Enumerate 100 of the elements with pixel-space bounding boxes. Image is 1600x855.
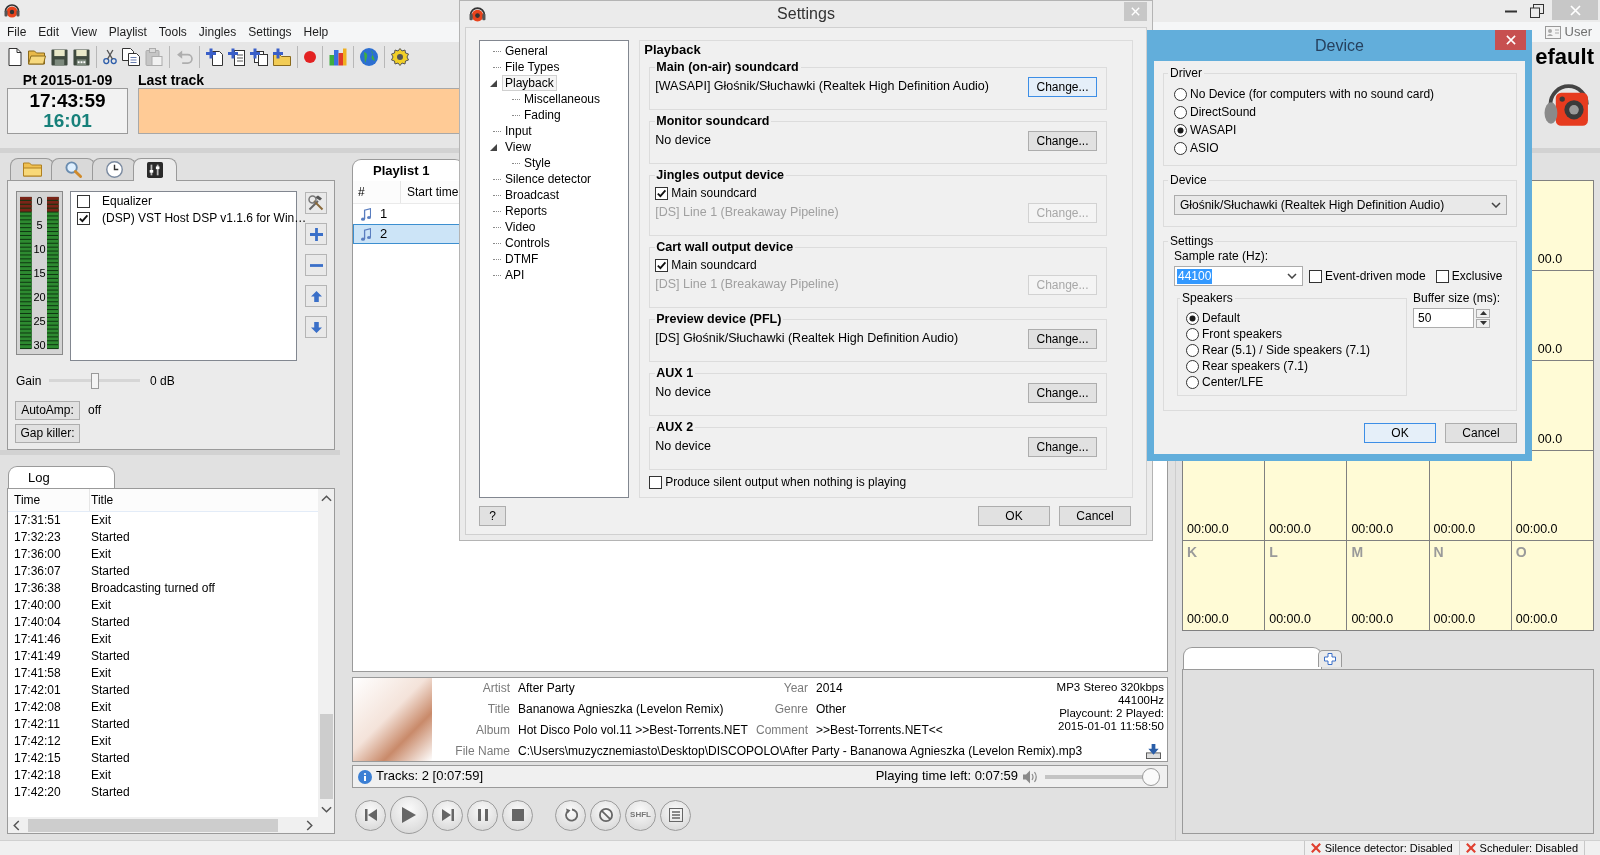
device-name: [WASAPI] Głośnik/Słuchawki (Realtek High Definition Audio) <box>655 79 989 95</box>
log-message: Started <box>90 682 130 699</box>
device-name: No device <box>655 133 711 149</box>
checkbox-label: Produce silent output when nothing is playing <box>665 475 907 490</box>
log-message: Exit <box>90 546 111 563</box>
log-message: Started <box>90 784 130 801</box>
log-time: 17:41:46 <box>13 631 62 648</box>
field-label: Genre <box>773 701 809 718</box>
log-time: 17:32:23 <box>13 529 62 546</box>
format-info: Playcount: 2 Played: <box>1058 707 1164 720</box>
checkbox-label: Main soundcard <box>671 185 757 201</box>
log-message: Exit <box>90 597 111 614</box>
format-info: 2015-01-01 11:58:50 <box>1057 720 1164 733</box>
radio-label: WASAPI <box>1190 122 1237 138</box>
log-time: 17:42:12 <box>13 733 62 750</box>
log-time: 17:36:38 <box>13 580 62 597</box>
slot-time: 00:00.0 <box>1351 612 1394 627</box>
field-label: Sample rate (Hz): <box>1174 249 1269 264</box>
radio-label: No Device (for computers with no sound card) <box>1190 86 1435 102</box>
field-value: >>Best-Torrents.NET<< <box>815 722 944 739</box>
slot-letter: K <box>1187 544 1198 560</box>
track-number: 1 <box>380 205 388 223</box>
group-title: Preview device (PFL) <box>655 312 784 327</box>
checkbox-label: Event-driven mode <box>1325 268 1426 284</box>
log-message: Broadcasting turned off <box>90 580 215 597</box>
file-path: C:\Users\muzycznemiasto\Desktop\DISCOPOLO\After Party - Bananowa Agnieszka (Levelon Remix).mp3 <box>517 743 1083 760</box>
field-label: File Name <box>454 743 511 760</box>
scale-label: 0 <box>36 195 43 207</box>
log-message: Exit <box>90 767 111 784</box>
time-left: Playing time left: 0:07:59 <box>875 768 1018 785</box>
autoamp-value: off <box>88 403 102 418</box>
field-label: Artist <box>481 680 511 697</box>
slot-time: 00.0 <box>1536 252 1563 267</box>
group-title: Speakers <box>1180 291 1235 306</box>
log-message: Exit <box>90 631 111 648</box>
slot-letter: O <box>1515 544 1527 560</box>
field-label: Year <box>782 680 809 697</box>
scale-label: 30 <box>33 339 46 351</box>
date-label: Pt 2015-01-09 <box>21 72 114 88</box>
field-label: Comment <box>755 722 809 739</box>
slot-time: 00.0 <box>1536 342 1563 357</box>
track-number: 2 <box>380 225 388 243</box>
device-name: No device <box>655 439 711 455</box>
log-time: 17:36:07 <box>13 563 62 580</box>
field-value: Other <box>815 701 847 718</box>
log-time: 17:42:01 <box>13 682 62 699</box>
log-time: 17:42:20 <box>13 784 62 801</box>
slot-time: 00:00.0 <box>1269 612 1311 627</box>
log-time: 17:36:00 <box>13 546 62 563</box>
log-time: 17:40:04 <box>13 614 62 631</box>
slot-time: 00.0 <box>1536 432 1563 447</box>
field-value: Bananowa Agnieszka (Levelon Remix) <box>517 701 725 718</box>
log-time: 17:42:15 <box>13 750 62 767</box>
group-title: Cart wall output device <box>655 240 796 255</box>
status-text: Scheduler: Disabled <box>1479 841 1578 855</box>
gain-label: Gain <box>16 373 43 389</box>
radio-label: Default <box>1202 310 1241 326</box>
log-message: Exit <box>90 512 111 529</box>
profile-name: efault <box>1535 44 1595 70</box>
device-name: [DS] Głośnik/Słuchawki (Realtek High Definition Audio) <box>655 331 959 347</box>
scale-label: 15 <box>33 267 46 279</box>
track-count: Tracks: 2 [0:07:59] <box>376 768 484 785</box>
field-label: Title <box>486 701 511 718</box>
page-title: Playback <box>644 42 701 58</box>
device-name: [DS] Line 1 (Breakaway Pipeline) <box>655 277 839 293</box>
field-label: Album <box>475 722 511 739</box>
gain-reading: 0 dB <box>150 373 175 389</box>
slot-time: 00:00.0 <box>1515 612 1558 627</box>
status-text: Silence detector: Disabled <box>1324 841 1453 855</box>
format-info: MP3 Stereo 320kbps <box>1056 681 1164 694</box>
log-time: 17:40:00 <box>13 597 62 614</box>
log-message: Started <box>90 563 130 580</box>
log-message: Started <box>90 529 130 546</box>
scale-label: 20 <box>33 291 46 303</box>
radio-label: Front speakers <box>1202 326 1283 342</box>
slot-time: 00:00.0 <box>1433 612 1476 627</box>
slot-time: 00:00.0 <box>1351 522 1394 537</box>
device-name: [DS] Line 1 (Breakaway Pipeline) <box>655 205 839 221</box>
log-message: Exit <box>90 733 111 750</box>
slot-letter: L <box>1269 544 1278 560</box>
log-time: 17:41:49 <box>13 648 62 665</box>
radio-label: ASIO <box>1190 140 1219 156</box>
slot-time: 00:00.0 <box>1187 612 1229 627</box>
slot-time: 00:00.0 <box>1515 522 1558 537</box>
section-label: Last track <box>138 72 205 88</box>
log-message: Started <box>90 716 130 733</box>
field-value: After Party <box>517 680 576 697</box>
slot-time: 00:00.0 <box>1269 522 1311 537</box>
field-value: 2014 <box>815 680 844 697</box>
slot-letter: N <box>1433 544 1444 560</box>
log-message: Exit <box>90 699 111 716</box>
group-title: Main (on-air) soundcard <box>655 60 801 75</box>
dialog-title: Device <box>1315 35 1364 56</box>
slot-time: 00:00.0 <box>1187 522 1229 537</box>
clock-time: 17:43:59 <box>29 91 106 111</box>
radio-label: Rear (5.1) / Side speakers (7.1) <box>1202 342 1371 358</box>
log-message: Started <box>90 648 130 665</box>
format-info: 44100Hz <box>1116 694 1164 707</box>
log-message: Started <box>90 614 130 631</box>
checkbox-label: Main soundcard <box>671 257 757 273</box>
